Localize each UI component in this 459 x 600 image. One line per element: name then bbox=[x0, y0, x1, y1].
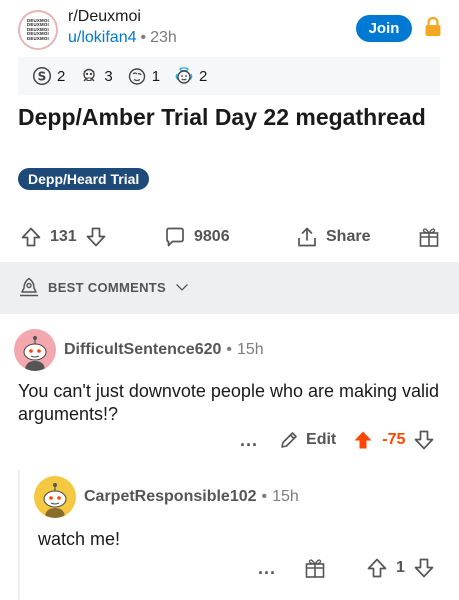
comment-body: watch me! bbox=[38, 529, 121, 549]
snoo-avatar[interactable] bbox=[34, 476, 76, 518]
upvote-filled-icon[interactable] bbox=[352, 429, 374, 451]
upvote-icon[interactable] bbox=[20, 226, 42, 248]
downvote-icon[interactable] bbox=[413, 557, 435, 579]
snoo-avatar[interactable] bbox=[14, 329, 56, 371]
post-action-bar: 131 9806 Share bbox=[0, 220, 459, 256]
meta-separator: • bbox=[261, 488, 268, 505]
post-score: 131 bbox=[50, 228, 77, 245]
comment-author-row: CarpetResponsible102 • 15h bbox=[84, 488, 299, 506]
post-title[interactable]: Depp/Amber Trial Day 22 megathread bbox=[18, 104, 438, 131]
post-header: DEUXMOI DEUXMOI DEUXMOI DEUXMOI DEUXMOI … bbox=[0, 0, 459, 56]
award-count: 3 bbox=[104, 67, 113, 85]
post-meta: u/lokifan4 • 23h bbox=[68, 29, 177, 47]
comment-score: 1 bbox=[396, 559, 405, 576]
meta-separator: • bbox=[226, 341, 232, 358]
more-options-button[interactable]: ... bbox=[258, 558, 276, 579]
silver-award-icon: S bbox=[32, 66, 52, 86]
downvote-icon[interactable] bbox=[413, 429, 435, 451]
snoo-avatar-icon bbox=[23, 336, 47, 371]
comment-author[interactable]: DifficultSentence620 bbox=[64, 341, 221, 358]
comments-button[interactable]: 9806 bbox=[164, 226, 230, 248]
award-silver: S 2 bbox=[32, 66, 65, 86]
share-button[interactable]: Share bbox=[296, 226, 370, 248]
svg-text:S: S bbox=[38, 70, 47, 84]
sort-selector[interactable]: BEST COMMENTS bbox=[18, 276, 190, 298]
comment-count: 9806 bbox=[194, 228, 230, 245]
comment-author[interactable]: CarpetResponsible102 bbox=[84, 488, 257, 505]
meta-separator: • bbox=[140, 29, 147, 46]
sort-label: BEST COMMENTS bbox=[48, 279, 167, 295]
award-facepalm: 1 bbox=[127, 66, 160, 86]
comment-action-bar: ... Edit -75 bbox=[240, 428, 435, 452]
share-label: Share bbox=[326, 228, 371, 245]
comment-body: You can't just downvote people who are m… bbox=[18, 381, 440, 424]
rocket-icon bbox=[20, 277, 38, 297]
snoo-avatar-icon bbox=[43, 483, 67, 518]
downvote-icon[interactable] bbox=[85, 226, 107, 248]
upvote-icon[interactable] bbox=[366, 557, 388, 579]
gift-icon[interactable] bbox=[304, 557, 326, 579]
subreddit-logo-line: DEUXMOI bbox=[27, 35, 49, 41]
subreddit-name[interactable]: r/Deuxmoi bbox=[68, 8, 141, 26]
post-age: 23h bbox=[150, 29, 177, 46]
share-icon bbox=[298, 227, 316, 247]
post-flair[interactable]: Depp/Heard Trial bbox=[18, 168, 150, 190]
facepalm-award-icon bbox=[128, 68, 145, 85]
comment-bubble-icon bbox=[166, 227, 184, 247]
join-button[interactable]: Join bbox=[356, 15, 412, 42]
award-count: 1 bbox=[151, 67, 161, 85]
comment-action-bar: ... 1 bbox=[258, 556, 435, 580]
chevron-down-icon bbox=[176, 284, 188, 291]
award-count: 2 bbox=[199, 67, 208, 85]
subreddit-avatar[interactable]: DEUXMOI DEUXMOI DEUXMOI DEUXMOI DEUXMOI bbox=[18, 10, 58, 50]
more-options-button[interactable]: ... bbox=[240, 430, 258, 451]
gift-icon bbox=[419, 228, 439, 247]
edit-label: Edit bbox=[306, 431, 337, 448]
comment-age: 15h bbox=[272, 488, 299, 505]
comment-score: -75 bbox=[382, 431, 406, 448]
post-author[interactable]: u/lokifan4 bbox=[68, 29, 137, 46]
thread-line[interactable] bbox=[18, 470, 20, 600]
award-angel: 2 bbox=[174, 66, 207, 86]
award-count: 2 bbox=[57, 67, 66, 85]
angel-award-icon bbox=[175, 67, 193, 84]
comment-author-row: DifficultSentence620 • 15h bbox=[64, 341, 264, 359]
pencil-icon bbox=[281, 432, 297, 448]
award-button[interactable] bbox=[418, 226, 440, 248]
edit-button[interactable]: Edit bbox=[278, 429, 336, 451]
vote-group: 131 bbox=[20, 226, 107, 248]
lock-icon bbox=[425, 16, 441, 36]
awards-bar[interactable]: S 2 3 1 2 bbox=[18, 57, 440, 95]
comment-age: 15h bbox=[237, 341, 264, 358]
award-skull: 3 bbox=[79, 66, 113, 86]
skull-award-icon bbox=[83, 68, 96, 82]
